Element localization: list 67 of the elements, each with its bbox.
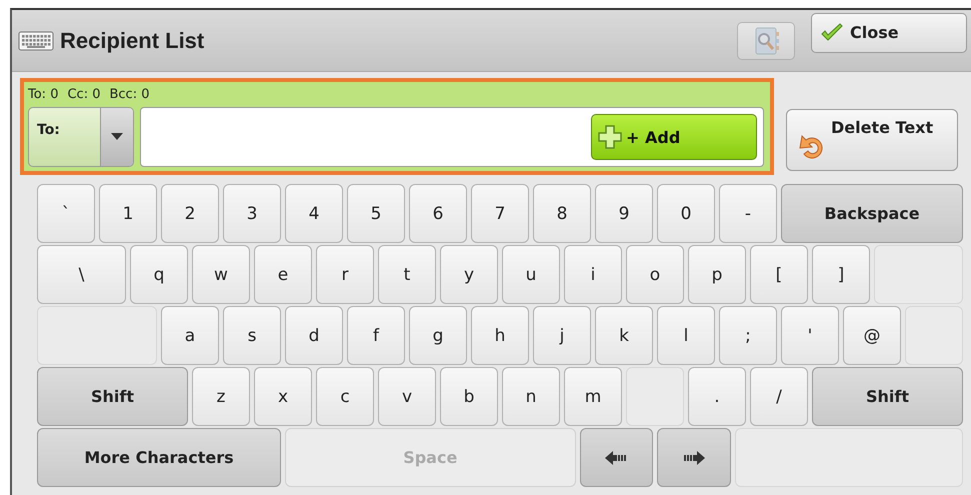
- key[interactable]: `: [37, 184, 95, 243]
- function-key[interactable]: Shift: [37, 367, 188, 426]
- key[interactable]: /: [750, 367, 808, 426]
- delete-text-button[interactable]: Delete Text: [786, 109, 958, 171]
- key[interactable]: i: [564, 245, 622, 304]
- key[interactable]: a: [161, 306, 219, 365]
- key[interactable]: \: [37, 245, 126, 304]
- key[interactable]: f: [347, 306, 405, 365]
- key[interactable]: v: [378, 367, 436, 426]
- recipient-type-dropdown[interactable]: To:: [28, 107, 134, 167]
- key[interactable]: d: [285, 306, 343, 365]
- right-arrow-icon: [682, 450, 705, 464]
- key[interactable]: 4: [285, 184, 343, 243]
- address-input-field[interactable]: + Add: [140, 107, 764, 167]
- key[interactable]: 2: [161, 184, 219, 243]
- key[interactable]: n: [502, 367, 560, 426]
- key[interactable]: 9: [595, 184, 653, 243]
- add-button[interactable]: + Add: [591, 114, 757, 160]
- key[interactable]: 1: [99, 184, 157, 243]
- key[interactable]: 6: [409, 184, 467, 243]
- plus-icon: [598, 125, 622, 149]
- key[interactable]: h: [471, 306, 529, 365]
- key[interactable]: 3: [223, 184, 281, 243]
- recipient-count: To: 0: [28, 86, 58, 102]
- key[interactable]: b: [440, 367, 498, 426]
- key[interactable]: m: [564, 367, 622, 426]
- left-arrow-key[interactable]: [580, 428, 653, 487]
- key[interactable]: w: [192, 245, 250, 304]
- checkmark-icon: [820, 22, 844, 42]
- key[interactable]: q: [130, 245, 188, 304]
- recipient-count: Cc: 0: [67, 86, 100, 102]
- function-key[interactable]: Shift: [812, 367, 963, 426]
- key[interactable]: c: [316, 367, 374, 426]
- key[interactable]: ;: [719, 306, 777, 365]
- key[interactable]: ': [781, 306, 839, 365]
- right-arrow-key[interactable]: [657, 428, 730, 487]
- key[interactable]: [: [750, 245, 808, 304]
- dropdown-arrow-icon: [111, 133, 123, 141]
- key[interactable]: g: [409, 306, 467, 365]
- key[interactable]: -: [719, 184, 777, 243]
- key[interactable]: t: [378, 245, 436, 304]
- window-title: Recipient List: [60, 28, 204, 54]
- recipient-count: Bcc: 0: [109, 86, 150, 102]
- key[interactable]: .: [688, 367, 746, 426]
- key[interactable]: e: [254, 245, 312, 304]
- key[interactable]: o: [626, 245, 684, 304]
- key[interactable]: 8: [533, 184, 591, 243]
- key[interactable]: j: [533, 306, 591, 365]
- key[interactable]: x: [254, 367, 312, 426]
- key[interactable]: y: [440, 245, 498, 304]
- key[interactable]: z: [192, 367, 250, 426]
- key[interactable]: l: [657, 306, 715, 365]
- left-arrow-icon: [605, 450, 628, 464]
- key[interactable]: 7: [471, 184, 529, 243]
- key[interactable]: 5: [347, 184, 405, 243]
- key[interactable]: ]: [812, 245, 870, 304]
- key[interactable]: s: [223, 306, 281, 365]
- key[interactable]: u: [502, 245, 560, 304]
- key[interactable]: @: [843, 306, 901, 365]
- close-button[interactable]: Close: [811, 12, 967, 52]
- function-key[interactable]: Backspace: [781, 184, 963, 243]
- key[interactable]: 0: [657, 184, 715, 243]
- keyboard-icon: [18, 30, 54, 52]
- key[interactable]: p: [688, 245, 746, 304]
- function-key[interactable]: More Characters: [37, 428, 281, 487]
- key[interactable]: k: [595, 306, 653, 365]
- key[interactable]: r: [316, 245, 374, 304]
